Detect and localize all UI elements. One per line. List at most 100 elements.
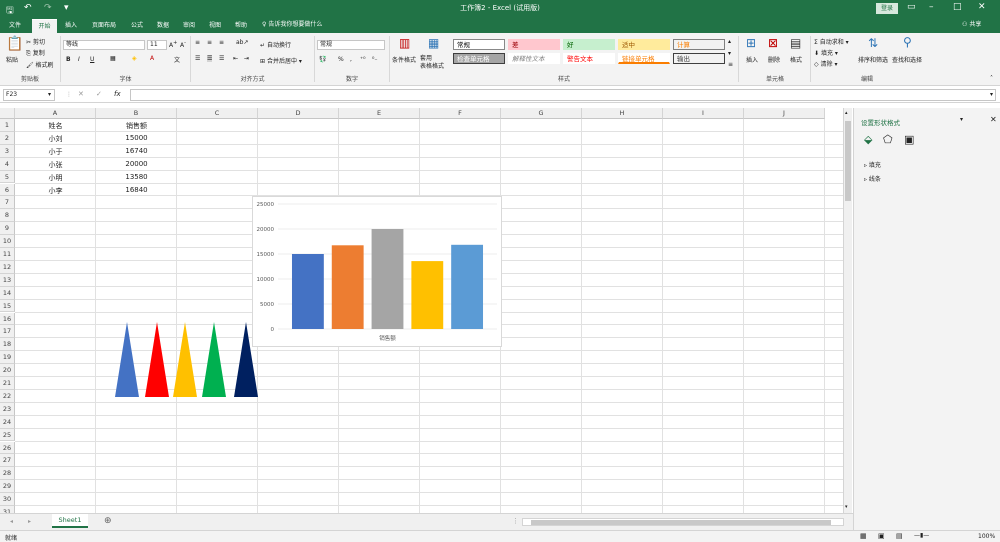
conditional-format-icon[interactable]: ▥ — [399, 36, 410, 50]
row-header[interactable]: 4 — [0, 157, 15, 171]
table-header-cell[interactable]: 姓名 — [15, 121, 96, 131]
triangle-shapes[interactable] — [110, 318, 265, 400]
autosum-button[interactable]: Σ 自动求和 ▾ — [814, 37, 849, 46]
row-header[interactable]: 22 — [0, 389, 15, 403]
collapse-ribbon-icon[interactable]: ˄ — [990, 75, 993, 82]
italic-button[interactable]: I — [78, 56, 80, 63]
expand-formula-bar-icon[interactable]: ▾ — [990, 91, 993, 98]
row-header[interactable]: 12 — [0, 260, 15, 274]
align-bottom-icon[interactable]: ≡ — [219, 39, 224, 46]
align-center-icon[interactable]: ☰ — [207, 55, 213, 62]
tab-split-icon[interactable]: ⋮ — [512, 517, 519, 525]
undo-icon[interactable]: ↶ — [24, 3, 32, 13]
row-header[interactable]: 9 — [0, 222, 15, 236]
column-header[interactable]: C — [177, 108, 258, 119]
merge-center-button[interactable]: ⊞ 合并后居中 ▾ — [260, 56, 302, 65]
size-properties-icon[interactable]: ▣ — [904, 133, 914, 146]
font-color-icon[interactable]: A — [150, 55, 154, 62]
table-cell[interactable]: 小李 — [15, 186, 96, 196]
row-header[interactable]: 10 — [0, 235, 15, 248]
row-header[interactable]: 7 — [0, 196, 15, 210]
table-cell[interactable]: 13580 — [96, 173, 177, 181]
cell-style-item[interactable]: 输出 — [673, 53, 725, 64]
scroll-down-icon[interactable]: ▾ — [845, 504, 848, 510]
find-select-icon[interactable]: ⚲ — [903, 35, 912, 49]
share-button[interactable]: ⚇ 共享 — [962, 19, 981, 28]
name-box-dropdown-icon[interactable]: ▾ — [48, 91, 51, 98]
decrease-indent-icon[interactable]: ⇤ — [233, 55, 238, 62]
row-header[interactable]: 31 — [0, 506, 15, 513]
row-header[interactable]: 15 — [0, 299, 15, 313]
triangle-shape[interactable] — [173, 322, 197, 397]
cell-style-item[interactable]: 差 — [508, 39, 560, 50]
minimize-icon[interactable]: – — [929, 2, 934, 12]
chart-bar[interactable] — [411, 261, 444, 329]
row-header[interactable]: 11 — [0, 248, 15, 261]
row-header[interactable]: 30 — [0, 493, 15, 506]
triangle-shape[interactable] — [202, 322, 226, 397]
insert-function-icon[interactable]: fx — [114, 90, 121, 98]
new-sheet-icon[interactable]: ⊕ — [104, 516, 112, 526]
align-middle-icon[interactable]: ≡ — [207, 39, 212, 46]
sort-filter-icon[interactable]: ⇅ — [868, 36, 878, 50]
sales-chart[interactable]: 25000 20000 15000 10000 5000 0 销售额 — [252, 196, 502, 347]
cell-style-item[interactable]: 链接单元格 — [618, 53, 670, 64]
gallery-scroll-down-icon[interactable]: ▾ — [728, 50, 731, 57]
tab-insert[interactable]: 插入 — [60, 19, 82, 33]
tab-file[interactable]: 文件 — [4, 19, 26, 33]
sheet-tab-sheet1[interactable]: Sheet1 — [52, 514, 88, 528]
shrink-font-icon[interactable]: A- — [180, 40, 186, 49]
chart-bar[interactable] — [291, 254, 324, 329]
ribbon-display-options-icon[interactable]: ▭ — [907, 2, 916, 12]
cell-style-item[interactable]: 检查单元格 — [453, 53, 505, 64]
zoom-level[interactable]: 100% — [978, 533, 995, 540]
row-header[interactable]: 29 — [0, 480, 15, 494]
chart-bar[interactable] — [371, 229, 404, 329]
tab-data[interactable]: 数据 — [152, 19, 174, 33]
tab-home[interactable]: 开始 — [32, 19, 57, 33]
triangle-shape[interactable] — [115, 322, 139, 397]
format-as-table-icon[interactable]: ▦ — [428, 36, 439, 50]
currency-icon[interactable]: 💱 — [319, 56, 326, 63]
align-left-icon[interactable]: ☰ — [195, 55, 200, 62]
zoom-slider[interactable]: —▮— — [914, 532, 974, 541]
row-header[interactable]: 25 — [0, 428, 15, 442]
column-header[interactable]: F — [420, 108, 501, 119]
cell-style-item[interactable]: 适中 — [618, 39, 670, 50]
vertical-scrollbar[interactable]: ▴ ▾ — [843, 108, 852, 513]
gallery-more-icon[interactable]: ≡ — [728, 61, 733, 68]
table-cell[interactable]: 16740 — [96, 147, 177, 155]
increase-decimal-icon[interactable]: ⁺⁰ — [360, 56, 366, 63]
tab-review[interactable]: 审阅 — [178, 19, 200, 33]
normal-view-icon[interactable]: ▦ — [860, 532, 867, 540]
row-header[interactable]: 28 — [0, 467, 15, 481]
wrap-text-button[interactable]: ↵ 自动换行 — [260, 40, 291, 49]
copy-button[interactable]: ⎘ 复制 — [26, 48, 45, 58]
column-header[interactable]: G — [501, 108, 582, 119]
row-header[interactable]: 3 — [0, 144, 15, 158]
number-format-combo[interactable]: 常规 — [317, 40, 385, 50]
table-header-cell[interactable]: 销售额 — [96, 121, 177, 131]
cancel-formula-icon[interactable]: ✕ — [78, 90, 84, 98]
align-right-icon[interactable]: ☰ — [219, 55, 224, 62]
grow-font-icon[interactable]: A+ — [169, 40, 177, 49]
column-header[interactable]: D — [258, 108, 339, 119]
triangle-shape[interactable] — [145, 322, 169, 397]
pane-close-icon[interactable]: ✕ — [990, 115, 997, 124]
maximize-icon[interactable]: □ — [953, 2, 962, 12]
login-button[interactable]: 登录 — [876, 3, 898, 14]
fill-line-icon[interactable]: ⬙ — [864, 133, 872, 146]
prev-sheet-icon[interactable]: ◂ — [10, 518, 13, 525]
table-cell[interactable]: 20000 — [96, 160, 177, 168]
row-header[interactable]: 21 — [0, 377, 15, 390]
format-painter-button[interactable]: 🖌 格式刷 — [26, 60, 54, 69]
format-as-table-button[interactable]: 套用 表格格式 — [420, 55, 444, 71]
row-header[interactable]: 19 — [0, 351, 15, 365]
table-cell[interactable]: 16840 — [96, 186, 177, 194]
line-section[interactable]: ▹ 线条 — [864, 174, 881, 183]
cell-style-item[interactable]: 解释性文本 — [508, 53, 560, 64]
customize-quick-access-icon[interactable]: ▾ — [64, 3, 69, 13]
page-layout-view-icon[interactable]: ▣ — [878, 532, 885, 540]
underline-button[interactable]: U — [90, 56, 94, 63]
phonetic-icon[interactable]: 文 — [174, 55, 180, 64]
